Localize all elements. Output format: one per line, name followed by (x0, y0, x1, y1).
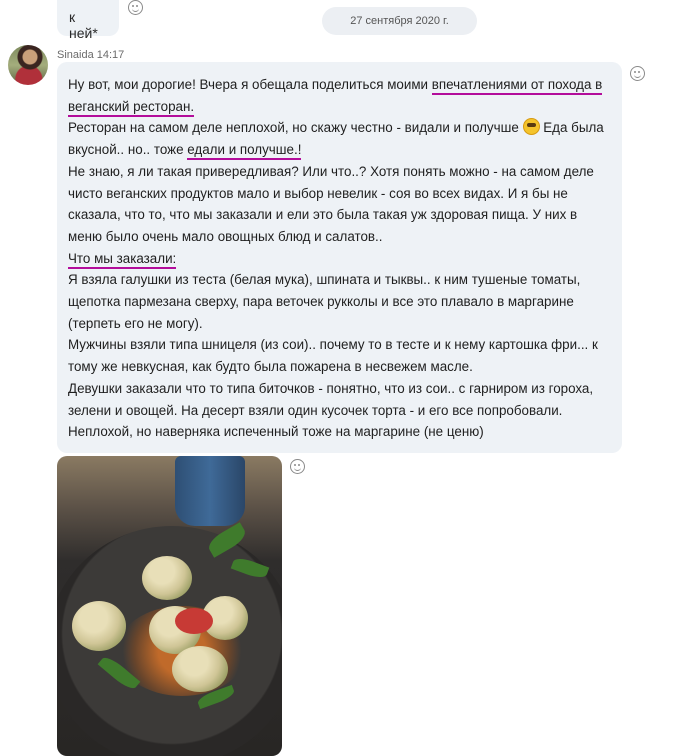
message-line: (терпеть его не могу). (68, 313, 612, 335)
dumpling-shape (172, 646, 228, 692)
text-segment: тому же невкусная, как будто была пожаре… (68, 359, 473, 375)
message-line: сказала, что то, что мы заказали и ели э… (68, 204, 612, 226)
message-line: зелени и овощей. На десерт взяли один ку… (68, 400, 612, 422)
message-line: Девушки заказали что то типа биточков - … (68, 378, 612, 400)
message-bubble[interactable]: Ну вот, мои дорогие! Вчера я обещала под… (57, 62, 622, 453)
message-line: Что мы заказали: (68, 248, 612, 270)
text-segment: Еда была (539, 120, 604, 136)
sender-name: Sinaida (57, 49, 94, 61)
reaction-smiley-icon[interactable] (128, 0, 143, 15)
mug-shape (175, 456, 245, 526)
highlighted-text: веганский ресторан. (68, 98, 195, 117)
text-segment: щепотка пармезана сверху, пара веточек р… (68, 294, 574, 310)
message-photo[interactable] (57, 456, 282, 756)
text-segment: Не знаю, я ли такая привередливая? Или ч… (68, 163, 594, 179)
dumpling-shape (72, 601, 126, 651)
text-segment: чисто веганских продуктов мало и выбор н… (68, 185, 568, 201)
reaction-smiley-icon[interactable] (290, 459, 305, 474)
message-line: чисто веганских продуктов мало и выбор н… (68, 183, 612, 205)
highlighted-text: впечатлениями от похода в (431, 77, 603, 95)
highlighted-text: Что мы заказали: (68, 250, 177, 269)
message-line: Ресторан на самом деле неплохой, но скаж… (68, 117, 612, 139)
laughing-emoji-icon (522, 118, 540, 136)
text-segment: Ну вот, мои дорогие! Вчера я обещала под… (68, 77, 432, 92)
message-line: Не знаю, я ли такая привередливая? Или ч… (68, 161, 612, 183)
sender-header: Sinaida 14:17 (57, 49, 124, 61)
reaction-smiley-icon[interactable] (630, 66, 645, 81)
date-separator: 27 сентября 2020 г. (322, 7, 477, 35)
tomato-shape (175, 608, 213, 634)
dumpling-shape (142, 556, 192, 600)
text-segment: сказала, что то, что мы заказали и ели э… (68, 207, 578, 223)
message-line: Неплохой, но наверняка испеченный тоже н… (68, 421, 612, 443)
text-segment: Неплохой, но наверняка испеченный тоже н… (68, 424, 484, 440)
message-line: меню было очень мало овощных блюд и сала… (68, 226, 612, 248)
text-segment: Я взяла галушки из теста (белая мука), ш… (68, 272, 581, 288)
text-segment: вкусной.. но.. тоже (68, 142, 188, 158)
avatar[interactable] (8, 45, 48, 85)
message-line: Ну вот, мои дорогие! Вчера я обещала под… (68, 74, 612, 96)
chat-view: к ней* 27 сентября 2020 г. Sinaida 14:17… (0, 0, 694, 756)
message-line: Мужчины взяли типа шницеля (из сои).. по… (68, 334, 612, 356)
previous-message-text: к ней* (69, 9, 98, 41)
text-segment: Мужчины взяли типа шницеля (из сои).. по… (68, 337, 598, 353)
text-segment: Ресторан на самом деле неплохой, но скаж… (68, 120, 523, 136)
message-line: вкусной.. но.. тоже едали и получше.! (68, 139, 612, 161)
message-time: 14:17 (96, 49, 125, 61)
text-segment: Девушки заказали что то типа биточков - … (68, 380, 594, 396)
message-line: веганский ресторан. (68, 96, 612, 118)
text-segment: зелени и овощей. На десерт взяли один ку… (68, 402, 563, 418)
message-line: щепотка пармезана сверху, пара веточек р… (68, 291, 612, 313)
text-segment: меню было очень мало овощных блюд и сала… (68, 228, 383, 244)
highlighted-text: едали и получше.! (187, 142, 302, 161)
message-text: Ну вот, мои дорогие! Вчера я обещала под… (68, 74, 612, 443)
previous-message-bubble[interactable]: к ней* (57, 0, 119, 41)
message-line: Я взяла галушки из теста (белая мука), ш… (68, 269, 612, 291)
text-segment: (терпеть его не могу). (68, 315, 203, 331)
message-line: тому же невкусная, как будто была пожаре… (68, 356, 612, 378)
